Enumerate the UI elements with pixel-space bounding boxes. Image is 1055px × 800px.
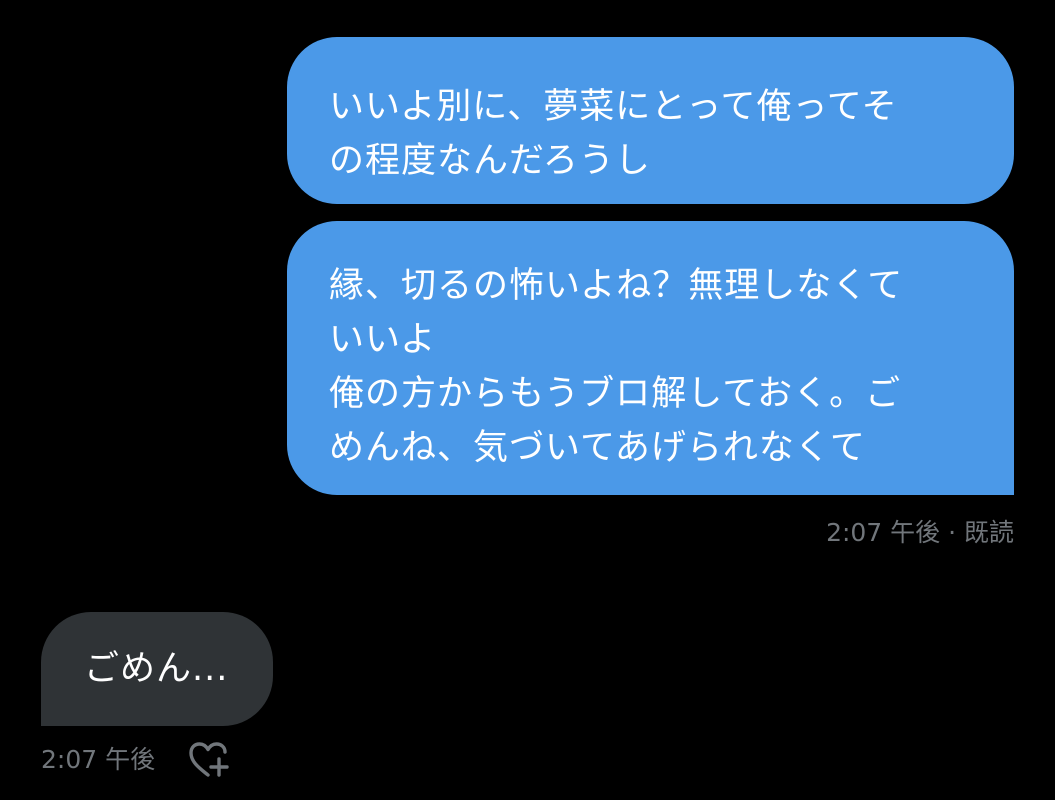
message-line: 俺の方からもうブロ解しておく。ご: [329, 374, 902, 414]
heart-plus-icon[interactable]: [188, 741, 230, 779]
message-timestamp-read-receipt: 2:07 午後 · 既読: [826, 518, 1014, 547]
message-bubble-outgoing[interactable]: いいよ別に、夢菜にとって俺ってそ の程度なんだろうし: [287, 37, 1014, 204]
message-line: めんね、気づいてあげられなくて: [329, 428, 866, 468]
message-timestamp: 2:07 午後: [41, 745, 156, 774]
message-line: いいよ: [329, 320, 437, 360]
message-line: いいよ別に、夢菜にとって俺ってそ: [329, 87, 898, 127]
message-bubble-incoming[interactable]: ごめん...: [41, 612, 273, 726]
message-line: 縁、切るの怖いよね？無理しなくて: [329, 266, 904, 306]
heart-plus-icon-graphic: [189, 742, 229, 777]
message-line: の程度なんだろうし: [329, 141, 651, 181]
message-line: ごめん...: [84, 649, 229, 689]
message-bubble-outgoing[interactable]: 縁、切るの怖いよね？無理しなくて いいよ 俺の方からもうブロ解しておく。ご めん…: [287, 221, 1014, 495]
